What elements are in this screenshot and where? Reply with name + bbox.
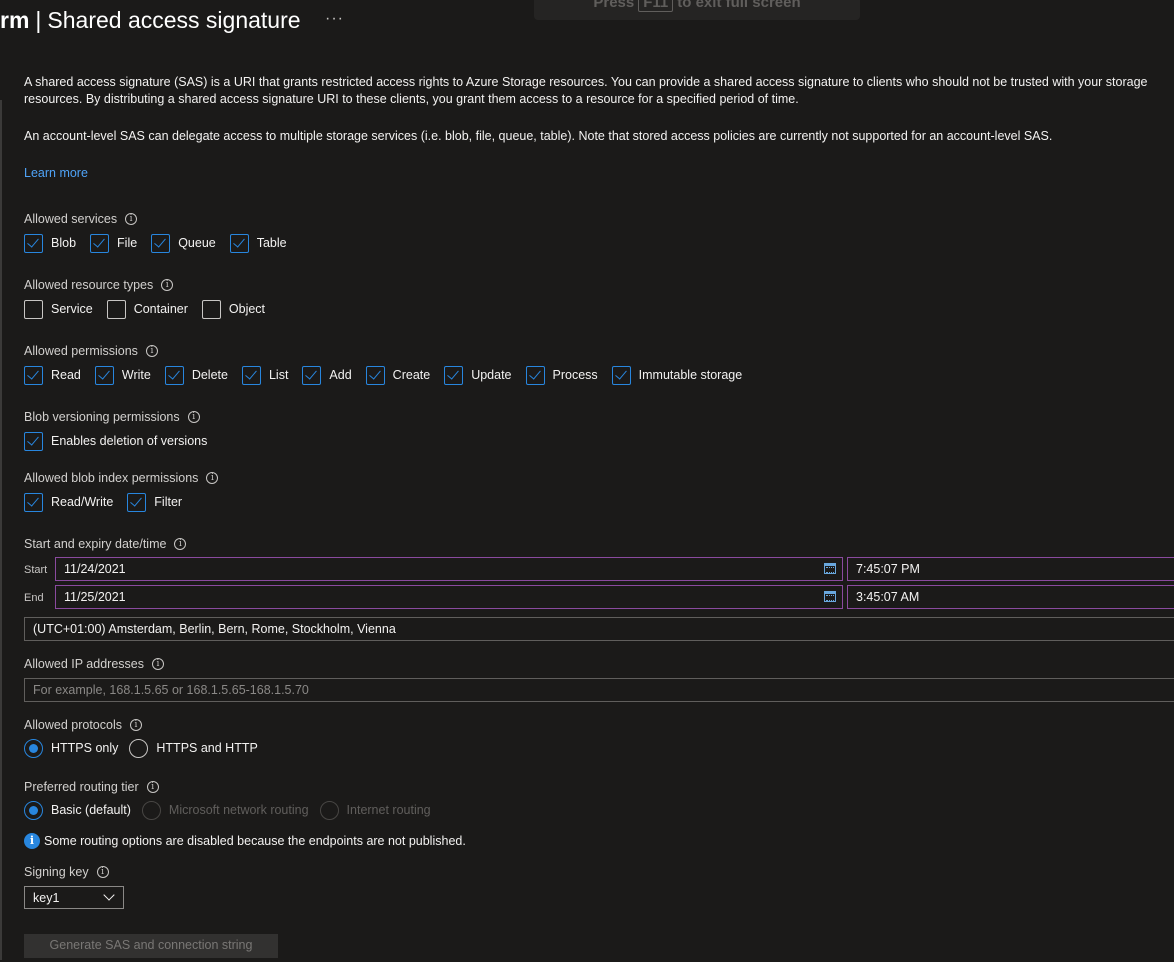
signing-key-dropdown[interactable]: key1 (24, 886, 124, 909)
checkbox-read[interactable] (24, 365, 43, 385)
radio-internet-routing (319, 800, 339, 820)
allowed-protocols-label: Allowed protocols i (24, 718, 142, 732)
allowed-resource-types-label: Allowed resource types i (24, 278, 174, 292)
routing-tier-label: Preferred routing tier i (24, 780, 159, 794)
checkbox-object[interactable] (201, 299, 221, 319)
page-title: rm | Shared access signature (0, 7, 301, 33)
routing-tier-group: Basic (default) Microsoft network routin… (24, 800, 442, 820)
checkbox-service[interactable] (24, 299, 43, 319)
end-label: End (24, 592, 44, 604)
info-icon[interactable]: i (125, 213, 138, 225)
end-time-input[interactable]: 3:45:07 AM (847, 585, 1174, 609)
checkbox-update[interactable] (444, 365, 464, 385)
end-date-input[interactable]: 11/25/2021 (55, 585, 843, 609)
allowed-services-group: Blob File Queue Table (24, 233, 301, 253)
start-time-input[interactable]: 7:45:07 PM (847, 557, 1174, 581)
sas-description: A shared access signature (SAS) is a URI… (24, 75, 1148, 106)
start-label: Start (24, 564, 48, 576)
checkbox-process[interactable] (525, 365, 545, 385)
radio-https-only[interactable] (24, 738, 43, 758)
info-icon[interactable]: i (146, 781, 159, 793)
info-icon[interactable]: i (145, 345, 158, 357)
checkbox-create[interactable] (365, 365, 385, 385)
signing-key-label: Signing key i (24, 865, 109, 879)
calendar-icon[interactable] (824, 591, 836, 602)
checkbox-write[interactable] (94, 365, 114, 385)
blade-title: Shared access signature (47, 7, 301, 33)
blob-index-group: Read/Write Filter (24, 492, 196, 512)
resource-name: rm (0, 7, 30, 33)
routing-notice: i Some routing options are disabled beca… (24, 831, 466, 851)
checkbox-enable-version-deletion[interactable] (24, 431, 43, 451)
fullscreen-hint: Press F11 to exit full screen (534, 0, 860, 20)
checkbox-immutable-storage[interactable] (611, 365, 631, 385)
checkbox-file[interactable] (90, 233, 110, 253)
allowed-protocols-group: HTTPS only HTTPS and HTTP (24, 738, 269, 758)
timezone-dropdown[interactable]: (UTC+01:00) Amsterdam, Berlin, Bern, Rom… (24, 617, 1174, 641)
allowed-permissions-group: Read Write Delete List Add Create Update… (24, 365, 756, 385)
chevron-down-icon (103, 889, 115, 901)
more-options-button[interactable]: ··· (325, 10, 344, 28)
allowed-ip-input[interactable]: For example, 168.1.5.65 or 168.1.5.65-16… (24, 678, 1174, 702)
checkbox-delete[interactable] (164, 365, 184, 385)
info-icon[interactable]: i (206, 472, 219, 484)
checkbox-queue[interactable] (151, 233, 171, 253)
info-icon[interactable]: i (151, 658, 164, 670)
info-filled-icon: i (24, 833, 40, 849)
radio-https-and-http[interactable] (129, 738, 149, 758)
blob-index-label: Allowed blob index permissions i (24, 471, 219, 485)
checkbox-read-write[interactable] (24, 492, 43, 512)
info-icon[interactable]: i (174, 538, 187, 550)
checkbox-blob[interactable] (24, 233, 43, 253)
datetime-label: Start and expiry date/time i (24, 537, 187, 551)
allowed-permissions-label: Allowed permissions i (24, 344, 158, 358)
allowed-ip-label: Allowed IP addresses i (24, 657, 164, 671)
checkbox-add[interactable] (302, 365, 322, 385)
blob-versioning-group: Enables deletion of versions (24, 431, 221, 451)
blob-versioning-label: Blob versioning permissions i (24, 410, 200, 424)
info-icon[interactable]: i (187, 411, 200, 423)
calendar-icon[interactable] (824, 563, 836, 574)
radio-microsoft-network-routing (141, 800, 161, 820)
allowed-resource-types-group: Service Container Object (24, 299, 279, 319)
blade-divider (0, 100, 2, 960)
checkbox-container[interactable] (106, 299, 126, 319)
start-date-input[interactable]: 11/24/2021 (55, 557, 843, 581)
learn-more-link[interactable]: Learn more (24, 166, 88, 180)
account-sas-description: An account-level SAS can delegate access… (24, 129, 1053, 143)
info-icon[interactable]: i (161, 279, 174, 291)
radio-basic-routing[interactable] (24, 800, 43, 820)
allowed-services-label: Allowed services i (24, 212, 138, 226)
checkbox-filter[interactable] (127, 492, 147, 512)
info-icon[interactable]: i (129, 719, 142, 731)
checkbox-list[interactable] (241, 365, 261, 385)
checkbox-table[interactable] (229, 233, 249, 253)
generate-sas-button[interactable]: Generate SAS and connection string (24, 934, 278, 958)
info-icon[interactable]: i (96, 866, 109, 878)
